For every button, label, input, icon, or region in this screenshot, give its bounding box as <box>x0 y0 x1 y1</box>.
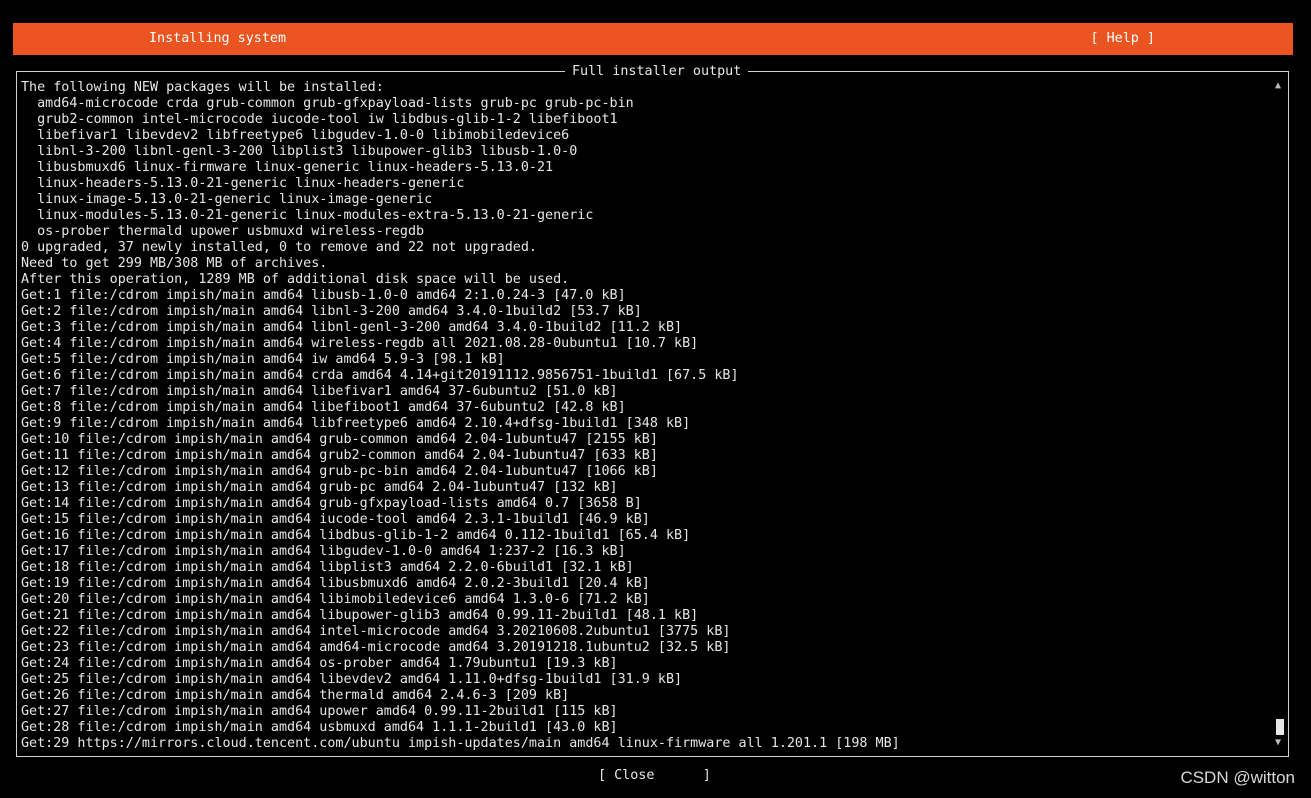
scroll-down-arrow-icon[interactable]: ▼ <box>1275 738 1281 748</box>
log-line: Get:16 file:/cdrom impish/main amd64 lib… <box>21 528 691 543</box>
watermark: CSDN @witton <box>1180 768 1295 787</box>
log-line: linux-modules-5.13.0-21-generic linux-mo… <box>21 208 594 223</box>
scrollbar-thumb[interactable] <box>1276 719 1284 735</box>
close-button[interactable]: [ Close ] <box>598 768 711 783</box>
log-line: os-prober thermald upower usbmuxd wirele… <box>21 224 425 239</box>
log-line: Get:26 file:/cdrom impish/main amd64 the… <box>21 688 570 703</box>
log-line: Get:20 file:/cdrom impish/main amd64 lib… <box>21 592 650 607</box>
log-line: Get:8 file:/cdrom impish/main amd64 libe… <box>21 400 626 415</box>
panel-title: Full installer output <box>565 64 749 80</box>
log-line: 0 upgraded, 37 newly installed, 0 to rem… <box>21 240 537 255</box>
log-line: Get:28 file:/cdrom impish/main amd64 usb… <box>21 720 618 735</box>
log-line: Get:21 file:/cdrom impish/main amd64 lib… <box>21 608 699 623</box>
log-line: The following NEW packages will be insta… <box>21 80 384 95</box>
log-line: libusbmuxd6 linux-firmware linux-generic… <box>21 160 554 175</box>
log-line: Get:2 file:/cdrom impish/main amd64 libn… <box>21 304 642 319</box>
log-line: Get:19 file:/cdrom impish/main amd64 lib… <box>21 576 650 591</box>
log-line: libnl-3-200 libnl-genl-3-200 libplist3 l… <box>21 144 578 159</box>
log-line: Get:14 file:/cdrom impish/main amd64 gru… <box>21 496 642 511</box>
log-line: Get:5 file:/cdrom impish/main amd64 iw a… <box>21 352 505 367</box>
log-line: Get:29 https://mirrors.cloud.tencent.com… <box>21 736 900 751</box>
log-line: Get:18 file:/cdrom impish/main amd64 lib… <box>21 560 634 575</box>
log-line: Get:24 file:/cdrom impish/main amd64 os-… <box>21 656 618 671</box>
log-line: Get:22 file:/cdrom impish/main amd64 int… <box>21 624 731 639</box>
log-line: Get:27 file:/cdrom impish/main amd64 upo… <box>21 704 618 719</box>
log-line: linux-headers-5.13.0-21-generic linux-he… <box>21 176 465 191</box>
log-line: Get:4 file:/cdrom impish/main amd64 wire… <box>21 336 699 351</box>
log-line: Get:9 file:/cdrom impish/main amd64 libf… <box>21 416 691 431</box>
log-line: Get:11 file:/cdrom impish/main amd64 gru… <box>21 448 658 463</box>
log-line: Get:6 file:/cdrom impish/main amd64 crda… <box>21 368 739 383</box>
title-bar: Installing system [ Help ] <box>13 23 1293 55</box>
log-line: libefivar1 libevdev2 libfreetype6 libgud… <box>21 128 570 143</box>
log-line: Get:13 file:/cdrom impish/main amd64 gru… <box>21 480 618 495</box>
log-line: After this operation, 1289 MB of additio… <box>21 272 570 287</box>
log-line: Get:1 file:/cdrom impish/main amd64 libu… <box>21 288 626 303</box>
log-line: Get:10 file:/cdrom impish/main amd64 gru… <box>21 432 658 447</box>
log-line: Get:25 file:/cdrom impish/main amd64 lib… <box>21 672 683 687</box>
log-line: Get:17 file:/cdrom impish/main amd64 lib… <box>21 544 626 559</box>
log-line: linux-image-5.13.0-21-generic linux-imag… <box>21 192 433 207</box>
help-button[interactable]: [ Help ] <box>1091 31 1156 46</box>
window-title: Installing system <box>149 31 287 46</box>
installer-log: The following NEW packages will be insta… <box>21 80 900 752</box>
log-line: Get:23 file:/cdrom impish/main amd64 amd… <box>21 640 731 655</box>
log-line: Get:3 file:/cdrom impish/main amd64 libn… <box>21 320 683 335</box>
log-line: Get:15 file:/cdrom impish/main amd64 iuc… <box>21 512 650 527</box>
log-line: Get:7 file:/cdrom impish/main amd64 libe… <box>21 384 618 399</box>
scroll-up-arrow-icon[interactable]: ▲ <box>1275 81 1281 91</box>
log-line: Need to get 299 MB/308 MB of archives. <box>21 256 328 271</box>
log-line: Get:12 file:/cdrom impish/main amd64 gru… <box>21 464 658 479</box>
log-line: grub2-common intel-microcode iucode-tool… <box>21 112 618 127</box>
log-line: amd64-microcode crda grub-common grub-gf… <box>21 96 634 111</box>
